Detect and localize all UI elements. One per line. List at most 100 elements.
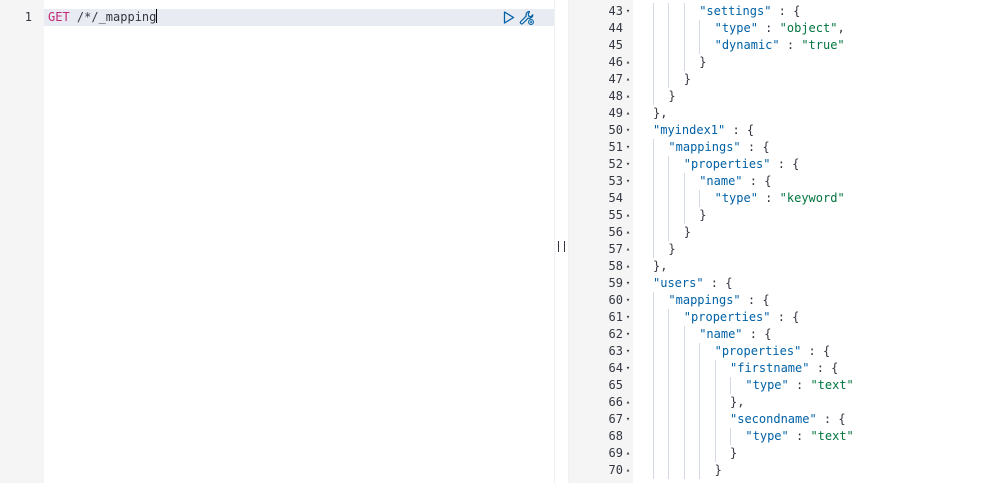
play-icon[interactable]: [503, 11, 515, 24]
indent-guide: [668, 428, 670, 445]
indent-guide: [683, 462, 685, 479]
indent-guide: [699, 377, 701, 394]
fold-arrow-up-icon[interactable]: ▴: [624, 88, 632, 105]
wrench-icon[interactable]: [519, 10, 535, 26]
fold-arrow-down-icon[interactable]: ▾: [624, 326, 632, 343]
indent-guide: [699, 411, 701, 428]
response-code: "type" : "object",: [715, 20, 845, 37]
indent-guide: [653, 445, 654, 462]
json-punctuation: }: [668, 242, 676, 256]
json-punctuation: }: [683, 225, 692, 239]
response-line: 51 ▾ "mappings" : {: [569, 139, 981, 156]
response-line: 52 ▾ "properties" : {: [569, 156, 981, 173]
response-line-number: 63: [608, 344, 623, 358]
fold-arrow-up-icon[interactable]: ▴: [624, 54, 632, 71]
fold-arrow-up-icon[interactable]: ▴: [624, 224, 632, 241]
response-code: }: [684, 71, 691, 88]
fold-arrow-down-icon[interactable]: ▾: [624, 275, 632, 292]
response-line: 45 "dynamic" : "true": [569, 37, 981, 54]
json-string: "text": [810, 378, 854, 392]
indent-guide: [653, 326, 654, 343]
response-line: 64 ▾ "firstname" : {: [569, 360, 981, 377]
response-line-number: 49: [608, 106, 623, 120]
fold-arrow-down-icon[interactable]: ▾: [624, 122, 632, 139]
fold-arrow-down-icon[interactable]: ▾: [624, 309, 632, 326]
request-editor-pane: 1 GET /*/_mapping: [0, 0, 554, 483]
response-line-number: 55: [608, 208, 623, 222]
fold-arrow-up-icon[interactable]: ▴: [624, 105, 632, 122]
request-actions: [503, 9, 535, 26]
response-line: 55 ▴}: [569, 207, 981, 224]
indent-guide: [668, 224, 670, 241]
response-line: 65 "type" : "text": [569, 377, 981, 394]
fold-arrow-up-icon[interactable]: ▴: [624, 445, 632, 462]
request-gutter: 1: [0, 0, 44, 483]
json-key: "firstname": [730, 361, 810, 375]
indent-guide: [668, 20, 670, 37]
fold-arrow-up-icon[interactable]: ▴: [624, 241, 632, 258]
response-code: "type" : "text": [745, 428, 853, 445]
indent-guide: [668, 54, 670, 71]
json-punctuation: : {: [703, 276, 733, 290]
indent-guide: [699, 37, 701, 54]
indent-guide: [653, 241, 654, 258]
json-punctuation: }: [699, 55, 707, 69]
json-key: "type": [714, 21, 758, 35]
response-code: }: [699, 54, 706, 71]
json-punctuation: : {: [725, 123, 755, 137]
response-code: }: [684, 224, 691, 241]
indent-guide: [683, 190, 685, 207]
response-line-number: 58: [608, 259, 623, 273]
indent-guide: [653, 139, 654, 156]
indent-guide: [699, 190, 701, 207]
pane-resizer[interactable]: [554, 0, 569, 483]
indent-guide: [653, 292, 654, 309]
fold-arrow-up-icon[interactable]: ▴: [624, 394, 632, 411]
response-code: }: [715, 462, 722, 479]
response-code: "properties" : {: [684, 156, 800, 173]
fold-arrow-up-icon[interactable]: ▴: [624, 71, 632, 88]
fold-arrow-down-icon[interactable]: ▾: [624, 343, 632, 360]
request-editor[interactable]: [44, 0, 554, 483]
response-line: 58 ▴},: [569, 258, 981, 275]
fold-arrow-down-icon[interactable]: ▾: [624, 411, 632, 428]
request-line[interactable]: GET /*/_mapping: [48, 9, 158, 26]
indent-guide: [683, 343, 685, 360]
indent-guide: [653, 411, 654, 428]
fold-arrow-up-icon[interactable]: ▴: [624, 258, 632, 275]
response-line: 47 ▴}: [569, 71, 981, 88]
indent-guide: [683, 428, 685, 445]
response-line-number: 45: [608, 38, 623, 52]
fold-arrow-up-icon[interactable]: ▴: [624, 207, 632, 224]
indent-guide: [668, 326, 670, 343]
response-line: 43 ▾ "settings" : {: [569, 3, 981, 20]
indent-guide: [668, 445, 670, 462]
json-key: "name": [699, 327, 743, 341]
response-code: "myindex1" : {: [653, 122, 754, 139]
indent-guide: [683, 394, 685, 411]
response-line: 46 ▴}: [569, 54, 981, 71]
indent-guide: [714, 377, 716, 394]
fold-arrow-down-icon[interactable]: ▾: [624, 360, 632, 377]
response-line: 59 ▾ "users" : {: [569, 275, 981, 292]
json-punctuation: : {: [801, 344, 831, 358]
fold-arrow-down-icon[interactable]: ▾: [624, 3, 632, 20]
response-line: 70 ▴}: [569, 462, 981, 479]
indent-guide: [668, 309, 670, 326]
response-line: 56 ▴}: [569, 224, 981, 241]
json-punctuation: :: [757, 21, 780, 35]
fold-arrow-down-icon[interactable]: ▾: [624, 139, 632, 156]
drag-handle-icon[interactable]: [558, 241, 565, 252]
fold-arrow-down-icon[interactable]: ▾: [624, 292, 632, 309]
response-line-number: 52: [608, 157, 623, 171]
json-key: "properties": [683, 157, 771, 171]
indent-guide: [683, 3, 685, 20]
fold-arrow-up-icon[interactable]: ▴: [624, 462, 632, 479]
response-viewer-pane[interactable]: 43 ▾ "settings" : {44 "type" : "object", 45 "…: [569, 0, 981, 483]
fold-arrow-down-icon[interactable]: ▾: [624, 156, 632, 173]
fold-arrow-down-icon[interactable]: ▾: [624, 173, 632, 190]
indent-guide: [714, 411, 716, 428]
indent-guide: [653, 88, 654, 105]
response-line: 49 ▴},: [569, 105, 981, 122]
response-code: },: [653, 105, 667, 122]
